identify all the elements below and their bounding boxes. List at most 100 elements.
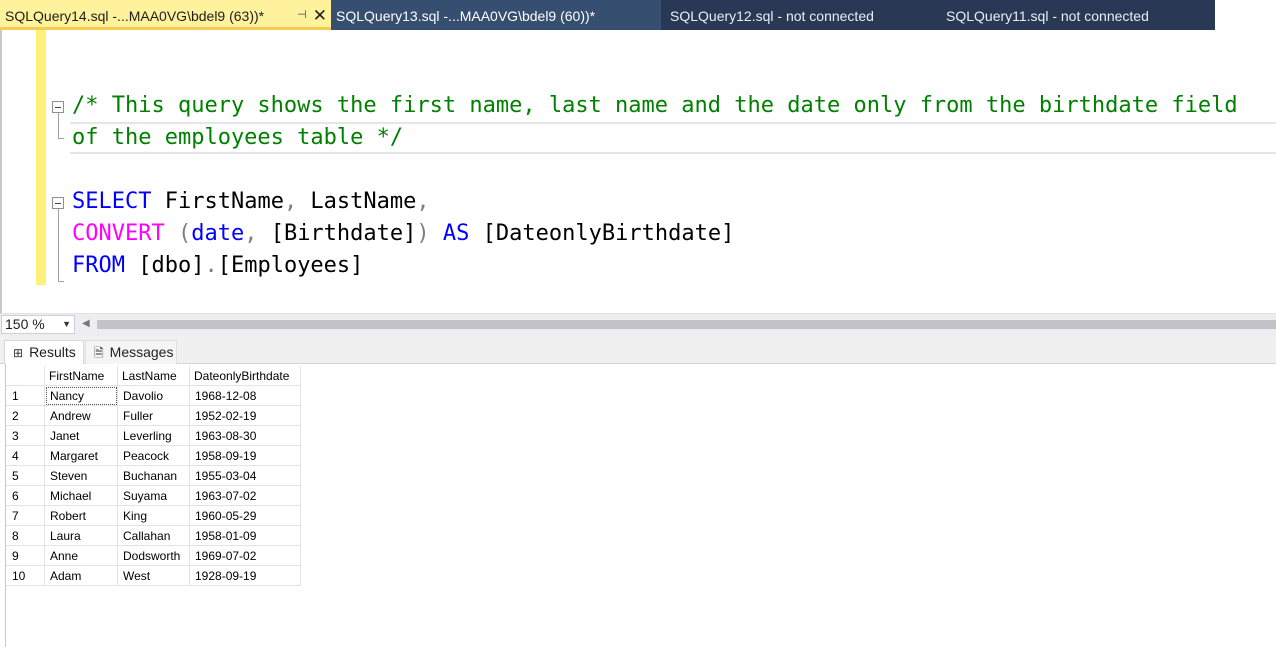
code-line-5: CONVERT (date, [Birthdate]) AS [Dateonly…: [72, 218, 734, 250]
zoom-dropdown[interactable]: 150 % ▼: [1, 315, 75, 334]
grid-header-row: FirstName LastName DateonlyBirthdate: [6, 366, 301, 386]
grid-cell[interactable]: Janet: [44, 425, 118, 446]
from-keyword: FROM: [72, 253, 125, 278]
grid-cell[interactable]: 1958-01-09: [189, 525, 301, 546]
pin-icon[interactable]: ⊣: [297, 0, 307, 27]
tab-sqlquery13[interactable]: SQLQuery13.sql -...MAA0VG\bdel9 (60))*: [331, 0, 661, 30]
grid-cell[interactable]: Leverling: [117, 425, 190, 446]
tab-results[interactable]: ⊞ Results: [4, 340, 84, 364]
grid-cell[interactable]: Steven: [44, 465, 118, 486]
column-firstname: FirstName: [151, 189, 284, 214]
code-line-4: SELECT FirstName, LastName,: [72, 186, 430, 218]
grid-cell[interactable]: West: [117, 565, 190, 586]
row-number[interactable]: 2: [6, 405, 45, 426]
grid-cell[interactable]: 1963-08-30: [189, 425, 301, 446]
collapse-comment-icon[interactable]: [52, 101, 64, 113]
tab-sqlquery14[interactable]: SQLQuery14.sql -...MAA0VG\bdel9 (63))* ⊣…: [0, 0, 331, 30]
tabbar-filler: [1215, 0, 1276, 30]
fold-guide: [58, 209, 59, 282]
grid-cell[interactable]: Buchanan: [117, 465, 190, 486]
tab-sqlquery12[interactable]: SQLQuery12.sql - not connected: [665, 0, 941, 30]
column-header[interactable]: FirstName: [44, 366, 118, 386]
grid-cell[interactable]: 1955-03-04: [189, 465, 301, 486]
table-row: 5 Steven Buchanan 1955-03-04: [6, 465, 301, 486]
column-lastname: LastName: [297, 189, 417, 214]
horizontal-scrollbar[interactable]: [97, 320, 1276, 329]
tab-messages-label: Messages: [109, 344, 174, 360]
table-row: 9 Anne Dodsworth 1969-07-02: [6, 545, 301, 566]
grid-icon: ⊞: [13, 346, 24, 360]
grid-cell[interactable]: 1958-09-19: [189, 445, 301, 466]
document-tab-bar: SQLQuery14.sql -...MAA0VG\bdel9 (63))* ⊣…: [0, 0, 1276, 30]
grid-cell[interactable]: Andrew: [44, 405, 118, 426]
messages-icon: 🗎: [94, 346, 104, 360]
table-name: [Employees]: [217, 253, 364, 278]
row-number-header[interactable]: [6, 366, 45, 386]
grid-cell[interactable]: Michael: [44, 485, 118, 506]
column-alias: [DateonlyBirthdate]: [469, 221, 735, 246]
change-tracking-margin: [36, 30, 46, 285]
table-row: 6 Michael Suyama 1963-07-02: [6, 485, 301, 506]
close-icon[interactable]: ✕: [313, 7, 327, 24]
grid-cell[interactable]: 1960-05-29: [189, 505, 301, 526]
row-number[interactable]: 10: [6, 565, 45, 586]
grid-cell[interactable]: 1968-12-08: [189, 385, 301, 406]
grid-cell[interactable]: Adam: [44, 565, 118, 586]
table-row: 1 Nancy Davolio 1968-12-08: [6, 385, 301, 406]
editor-status-strip: 150 % ▼ ◀: [0, 314, 1276, 336]
tab-label: SQLQuery13.sql -...MAA0VG\bdel9 (60))*: [336, 8, 596, 24]
dot: .: [204, 253, 218, 278]
table-row: 2 Andrew Fuller 1952-02-19: [6, 405, 301, 426]
grid-cell[interactable]: 1928-09-19: [189, 565, 301, 586]
close-paren: ): [416, 221, 430, 246]
table-row: 8 Laura Callahan 1958-01-09: [6, 525, 301, 546]
grid-cell[interactable]: Anne: [44, 545, 118, 566]
query-editor[interactable]: /* This query shows the first name, last…: [0, 30, 1276, 314]
grid-cell[interactable]: Margaret: [44, 445, 118, 466]
chevron-down-icon[interactable]: ▼: [62, 316, 71, 333]
tab-sqlquery11[interactable]: SQLQuery11.sql - not connected: [941, 0, 1215, 30]
results-tab-strip: ⊞ Results 🗎 Messages: [0, 336, 1276, 364]
grid-cell[interactable]: Robert: [44, 505, 118, 526]
schema-name: [dbo]: [124, 253, 205, 278]
grid-cell[interactable]: 1963-07-02: [189, 485, 301, 506]
row-number[interactable]: 8: [6, 525, 45, 546]
grid-cell[interactable]: Laura: [44, 525, 118, 546]
scroll-left-icon[interactable]: ◀: [82, 318, 90, 329]
code-line-6: FROM [dbo].[Employees]: [72, 250, 363, 282]
sql-comment: /* This query shows the first name, last…: [72, 93, 1238, 118]
comma: ,: [244, 221, 258, 246]
row-number[interactable]: 5: [6, 465, 45, 486]
grid-cell[interactable]: Davolio: [117, 385, 190, 406]
grid-cell[interactable]: Suyama: [117, 485, 190, 506]
code-line-2: of the employees table */: [72, 122, 403, 154]
zoom-value: 150 %: [5, 316, 45, 332]
grid-cell[interactable]: Nancy: [44, 385, 118, 406]
grid-cell[interactable]: Callahan: [117, 525, 190, 546]
convert-function: CONVERT: [72, 221, 165, 246]
tab-messages[interactable]: 🗎 Messages: [85, 340, 177, 364]
grid-cell[interactable]: King: [117, 505, 190, 526]
row-number[interactable]: 7: [6, 505, 45, 526]
row-number[interactable]: 1: [6, 385, 45, 406]
grid-cell[interactable]: Fuller: [117, 405, 190, 426]
table-row: 4 Margaret Peacock 1958-09-19: [6, 445, 301, 466]
row-number[interactable]: 6: [6, 485, 45, 506]
sql-comment: of the employees table */: [72, 125, 404, 150]
table-row: 7 Robert King 1960-05-29: [6, 505, 301, 526]
grid-cell[interactable]: Dodsworth: [117, 545, 190, 566]
select-keyword: SELECT: [72, 189, 152, 214]
tab-label: SQLQuery11.sql - not connected: [946, 8, 1149, 24]
grid-cell[interactable]: 1952-02-19: [189, 405, 301, 426]
comma: ,: [283, 189, 298, 214]
column-header[interactable]: LastName: [117, 366, 190, 386]
row-number[interactable]: 3: [6, 425, 45, 446]
grid-cell[interactable]: Peacock: [117, 445, 190, 466]
collapse-select-icon[interactable]: [52, 197, 64, 209]
fold-guide-end: [58, 281, 64, 282]
column-header[interactable]: DateonlyBirthdate: [189, 366, 301, 386]
row-number[interactable]: 4: [6, 445, 45, 466]
grid-cell[interactable]: 1969-07-02: [189, 545, 301, 566]
results-grid[interactable]: FirstName LastName DateonlyBirthdate 1 N…: [6, 366, 301, 586]
row-number[interactable]: 9: [6, 545, 45, 566]
